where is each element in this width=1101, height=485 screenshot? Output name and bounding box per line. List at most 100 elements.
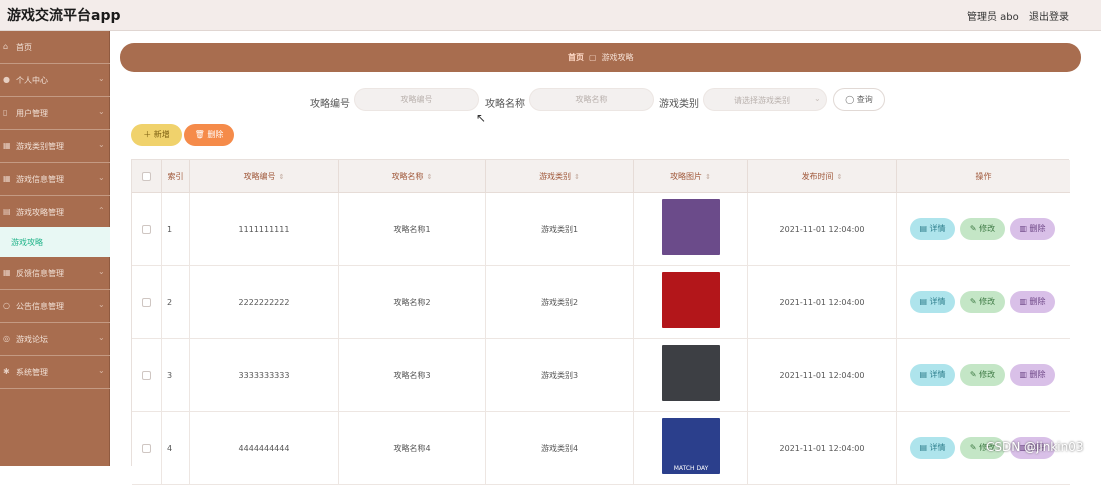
breadcrumb-separator: ▢ — [589, 53, 597, 62]
sidebar-item-guides[interactable]: ▤ 游戏攻略管理 ⌃ — [0, 196, 110, 229]
select-all-checkbox[interactable] — [142, 172, 151, 181]
guide-thumbnail[interactable] — [662, 199, 720, 255]
delete-label: 删除 — [1029, 370, 1046, 379]
row-name: 攻略名称1 — [339, 193, 486, 266]
header-label: 攻略编号 — [243, 172, 276, 181]
doc-icon: ▤ — [919, 224, 927, 233]
row-select-cell — [132, 412, 162, 485]
pencil-icon: ✎ — [969, 224, 977, 233]
row-code: 3333333333 — [190, 339, 339, 412]
chevron-down-icon: ⌄ — [98, 140, 105, 149]
header-image[interactable]: 攻略图片 ⇕ — [634, 160, 748, 193]
edit-label: 修改 — [979, 370, 996, 379]
code-label: 攻略编号 — [310, 99, 350, 110]
logout-link[interactable]: 退出登录 — [1029, 8, 1069, 23]
edit-button[interactable]: ✎ 修改 — [960, 291, 1005, 313]
sidebar-item-feedback[interactable]: ▦ 反馈信息管理 ⌄ — [0, 257, 110, 290]
sidebar-item-label: 用户管理 — [16, 109, 48, 118]
sidebar-item-home[interactable]: ⌂ 首页 — [0, 31, 110, 64]
edit-label: 修改 — [979, 297, 996, 306]
notice-icon: ○ — [3, 301, 10, 310]
sort-icon: ⇕ — [574, 173, 580, 181]
add-button[interactable]: ＋ 新增 — [131, 124, 182, 146]
trash-icon: 🗑 — [194, 130, 205, 139]
breadcrumb-home[interactable]: 首页 — [568, 53, 584, 62]
chevron-down-icon: ⌄ — [98, 173, 105, 182]
chevron-up-icon: ⌃ — [98, 206, 105, 215]
row-select-cell — [132, 193, 162, 266]
sidebar-item-game-info[interactable]: ▦ 游戏信息管理 ⌄ — [0, 163, 110, 196]
sidebar-item-notices[interactable]: ○ 公告信息管理 ⌄ — [0, 290, 110, 323]
sidebar-item-system[interactable]: ✱ 系统管理 ⌄ — [0, 356, 110, 389]
header-code[interactable]: 攻略编号 ⇕ — [190, 160, 339, 193]
detail-button[interactable]: ▤ 详情 — [910, 437, 955, 459]
row-select-cell — [132, 339, 162, 412]
detail-button[interactable]: ▤ 详情 — [910, 364, 955, 386]
header-index: 索引 — [162, 160, 190, 193]
query-button[interactable]: ◯ 查询 — [833, 88, 885, 111]
grid-icon: ▦ — [3, 268, 11, 277]
delete-button[interactable]: ▥ 删除 — [1010, 291, 1055, 313]
header-label: 攻略图片 — [670, 172, 703, 181]
sidebar-item-label: 公告信息管理 — [16, 302, 64, 311]
sidebar-item-label: 首页 — [16, 43, 32, 52]
sidebar-item-label: 游戏论坛 — [16, 335, 48, 344]
row-index: 4 — [162, 412, 190, 485]
sidebar-subitem-guides[interactable]: 游戏攻略 — [0, 227, 110, 257]
detail-button[interactable]: ▤ 详情 — [910, 218, 955, 240]
guide-thumbnail[interactable] — [662, 272, 720, 328]
type-select-placeholder: 请选择游戏类别 — [734, 96, 790, 105]
sort-icon: ⇕ — [278, 173, 285, 181]
row-type: 游戏类别1 — [486, 193, 634, 266]
detail-button[interactable]: ▤ 详情 — [910, 291, 955, 313]
row-checkbox[interactable] — [142, 298, 151, 307]
table-row: 4 4444444444 攻略名称4 游戏类别4 MATCH DAY 2021-11-01… — [132, 412, 1070, 485]
row-code: 1111111111 — [190, 193, 339, 266]
trash-icon: ▥ — [1019, 370, 1027, 379]
edit-button[interactable]: ✎ 修改 — [960, 364, 1005, 386]
row-index: 1 — [162, 193, 190, 266]
search-icon: ◯ — [845, 95, 855, 104]
delete-label: 删除 — [1029, 224, 1046, 233]
delete-button[interactable]: ▥ 删除 — [1010, 364, 1055, 386]
header-label: 游戏类别 — [539, 172, 572, 181]
sidebar-item-label: 游戏类别管理 — [16, 142, 64, 151]
chevron-down-icon: ⌄ — [98, 74, 105, 83]
sort-icon: ⇕ — [836, 173, 843, 181]
chevron-down-icon: ⌄ — [814, 94, 821, 103]
sidebar-item-label: 游戏攻略管理 — [16, 208, 64, 217]
sidebar-item-game-types[interactable]: ▦ 游戏类别管理 ⌄ — [0, 130, 110, 163]
sidebar-item-forum[interactable]: ◎ 游戏论坛 ⌄ — [0, 323, 110, 356]
row-checkbox[interactable] — [142, 371, 151, 380]
code-input[interactable]: 攻略编号 — [354, 88, 479, 111]
row-time: 2021-11-01 12:04:00 — [748, 412, 897, 485]
header-name[interactable]: 攻略名称 ⇕ — [339, 160, 486, 193]
guides-table: 索引 攻略编号 ⇕ 攻略名称 ⇕ 游戏类别 ⇕ 攻略图片 ⇕ 发布时间 ⇕ 操作 1 111… — [131, 159, 1070, 485]
name-label: 攻略名称 — [485, 99, 525, 110]
name-input[interactable]: 攻略名称 — [529, 88, 654, 111]
row-type: 游戏类别4 — [486, 412, 634, 485]
sidebar-item-users[interactable]: ▯ 用户管理 ⌄ — [0, 97, 110, 130]
table-row: 1 1111111111 攻略名称1 游戏类别1 2021-11-01 12:04:00… — [132, 193, 1070, 266]
mouse-cursor: ↖ — [476, 111, 487, 125]
sidebar-item-label: 系统管理 — [16, 368, 48, 377]
delete-button[interactable]: ▥ 删除 — [1010, 218, 1055, 240]
sort-icon: ⇕ — [426, 173, 433, 181]
header-type[interactable]: 游戏类别 ⇕ — [486, 160, 634, 193]
bulk-delete-button[interactable]: 🗑 删除 — [184, 124, 234, 146]
header-time[interactable]: 发布时间 ⇕ — [748, 160, 897, 193]
sidebar-item-profile[interactable]: ● 个人中心 ⌄ — [0, 64, 110, 97]
guide-thumbnail[interactable] — [662, 345, 720, 401]
breadcrumb: 首页 ▢ 游戏攻略 — [568, 52, 634, 63]
row-index: 3 — [162, 339, 190, 412]
chevron-down-icon: ⌄ — [98, 366, 105, 375]
header-label: 发布时间 — [801, 172, 834, 181]
doc-icon: ▤ — [919, 443, 927, 452]
type-select[interactable]: 请选择游戏类别 ⌄ — [703, 88, 827, 111]
row-checkbox[interactable] — [142, 225, 151, 234]
grid-icon: ▦ — [3, 141, 11, 150]
row-name: 攻略名称3 — [339, 339, 486, 412]
sort-icon: ⇕ — [705, 173, 711, 181]
edit-button[interactable]: ✎ 修改 — [960, 218, 1005, 240]
row-checkbox[interactable] — [142, 444, 151, 453]
